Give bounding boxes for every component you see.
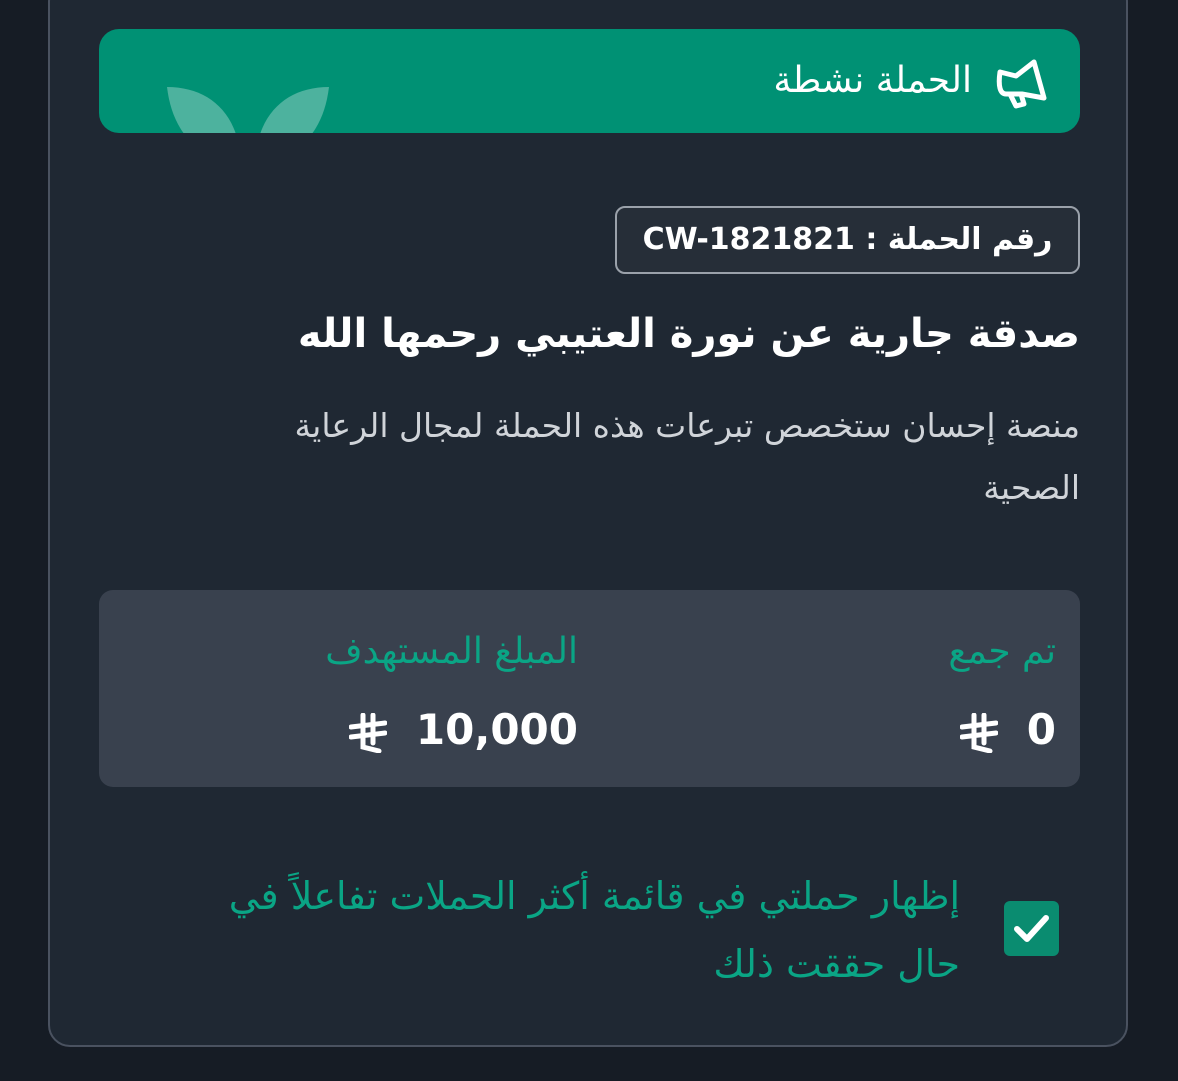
campaign-status-text: الحملة نشطة bbox=[773, 60, 972, 101]
collected-value: 0 bbox=[1026, 705, 1056, 754]
show-in-top-campaigns-checkbox[interactable] bbox=[1004, 901, 1059, 956]
target-amount: 10,000 bbox=[349, 700, 578, 760]
campaign-stats-panel: تم جمع 0 المبلغ المستهدف 10,000 bbox=[99, 590, 1080, 787]
target-value: 10,000 bbox=[415, 705, 578, 754]
checkmark-icon bbox=[1014, 915, 1049, 942]
collected-stat: تم جمع 0 bbox=[616, 590, 1056, 787]
leaves-icon bbox=[167, 87, 329, 133]
show-in-top-campaigns-label[interactable]: إظهار حملتي في قائمة أكثر الحملات تفاعلا… bbox=[160, 862, 960, 998]
collected-label: تم جمع bbox=[948, 631, 1056, 672]
campaign-description: منصة إحسان ستخصص تبرعات هذه الحملة لمجال… bbox=[294, 406, 1080, 507]
campaign-status-banner: الحملة نشطة bbox=[99, 29, 1080, 133]
campaign-code-badge: رقم الحملة : CW-1821821 bbox=[615, 206, 1080, 274]
riyal-icon bbox=[349, 712, 388, 753]
target-stat: المبلغ المستهدف 10,000 bbox=[138, 590, 578, 787]
collected-amount: 0 bbox=[960, 700, 1056, 760]
riyal-icon bbox=[960, 712, 999, 753]
megaphone-icon bbox=[996, 59, 1047, 109]
target-label: المبلغ المستهدف bbox=[325, 631, 578, 672]
campaign-title: صدقة جارية عن نورة العتيبي رحمها الله bbox=[297, 311, 1080, 357]
